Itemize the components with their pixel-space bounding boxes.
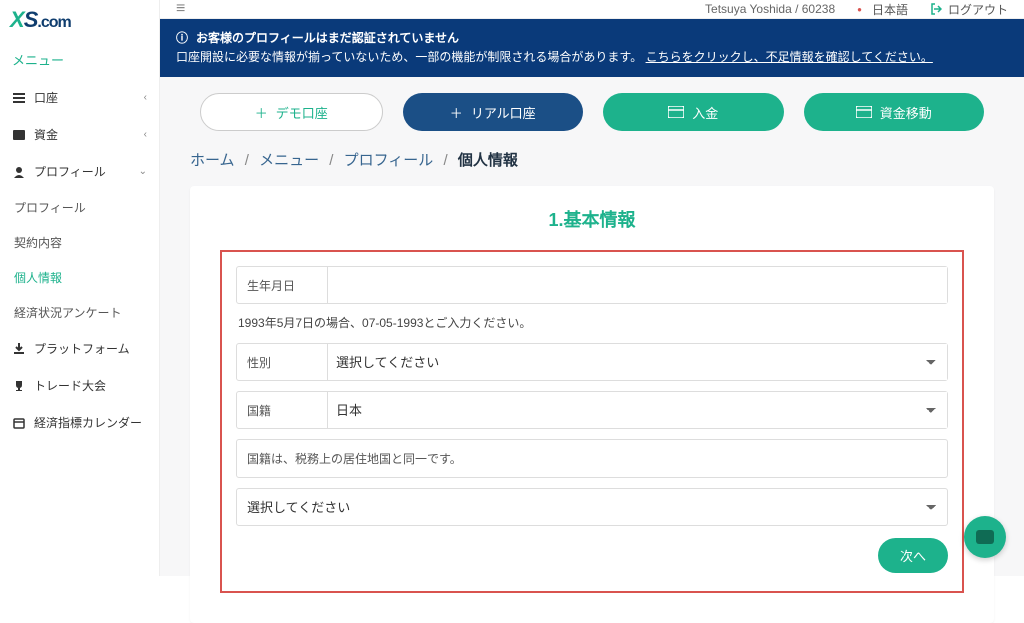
gender-select[interactable]: 選択してください bbox=[327, 344, 947, 380]
dob-hint: 1993年5月7日の場合、07-05-1993とご入力ください。 bbox=[238, 314, 946, 331]
sidebar-item-label: 経済指標カレンダー bbox=[34, 414, 142, 431]
chat-button[interactable] bbox=[964, 516, 1006, 558]
banner-body: 口座開設に必要な情報が揃っていないため、一部の機能が制限される場合があります。 bbox=[176, 50, 642, 64]
sidebar-sub-personal-info[interactable]: 個人情報 bbox=[0, 260, 159, 295]
calendar-icon bbox=[12, 416, 26, 430]
logo[interactable]: XS.com bbox=[0, 0, 159, 40]
gender-field: 性別 選択してください bbox=[236, 343, 948, 381]
sidebar: XS.com メニュー 口座 ‹ 資金 ‹ プロフィール ⌄ プロフィール 契約… bbox=[0, 0, 160, 576]
sidebar-item-calendar[interactable]: 経済指標カレンダー bbox=[0, 404, 159, 441]
sidebar-sub-economic-survey[interactable]: 経済状況アンケート bbox=[0, 295, 159, 330]
breadcrumb-menu[interactable]: メニュー bbox=[259, 152, 319, 169]
verification-banner: ⓘ お客様のプロフィールはまだ認証されていません 口座開設に必要な情報が揃っていな… bbox=[160, 19, 1024, 77]
section-title: 1.基本情報 bbox=[220, 206, 964, 232]
language-label: 日本語 bbox=[872, 1, 908, 18]
chat-icon bbox=[976, 530, 994, 544]
sidebar-item-profile[interactable]: プロフィール ⌄ bbox=[0, 153, 159, 190]
breadcrumb-sep: / bbox=[329, 152, 333, 169]
wallet-icon bbox=[12, 128, 26, 142]
next-button[interactable]: 次へ bbox=[878, 538, 948, 573]
trophy-icon bbox=[12, 379, 26, 393]
plus-icon: ＋ bbox=[450, 103, 463, 122]
breadcrumb-sep: / bbox=[443, 152, 447, 169]
chevron-down-icon: ⌄ bbox=[139, 166, 147, 177]
dot-icon: ● bbox=[857, 5, 862, 14]
menu-title: メニュー bbox=[0, 40, 159, 79]
form-card: 1.基本情報 生年月日 1993年5月7日の場合、07-05-1993とご入力く… bbox=[190, 186, 994, 623]
button-label: デモ口座 bbox=[276, 103, 328, 122]
tax-note: 国籍は、税務上の居住地国と同一です。 bbox=[236, 439, 948, 478]
sidebar-item-label: 資金 bbox=[34, 126, 58, 143]
highlight-box: 生年月日 1993年5月7日の場合、07-05-1993とご入力ください。 性別… bbox=[220, 250, 964, 593]
breadcrumb-profile[interactable]: プロフィール bbox=[344, 152, 434, 169]
transfer-button[interactable]: 資金移動 bbox=[804, 93, 985, 131]
sidebar-item-label: 口座 bbox=[34, 89, 58, 106]
main: ≡ Tetsuya Yoshida / 60238 ● 日本語 ログアウト ⓘ お客… bbox=[160, 0, 1024, 576]
user-icon bbox=[12, 165, 26, 179]
logout-label: ログアウト bbox=[948, 1, 1008, 18]
logout-link[interactable]: ログアウト bbox=[930, 1, 1008, 18]
topbar: ≡ Tetsuya Yoshida / 60238 ● 日本語 ログアウト bbox=[160, 0, 1024, 19]
breadcrumb-current: 個人情報 bbox=[458, 152, 518, 169]
demo-account-button[interactable]: ＋ デモ口座 bbox=[200, 93, 383, 131]
card-icon bbox=[668, 106, 684, 118]
sidebar-item-platform[interactable]: プラットフォーム bbox=[0, 330, 159, 367]
info-icon: ⓘ bbox=[176, 29, 188, 48]
nationality-label: 国籍 bbox=[237, 392, 327, 428]
chevron-left-icon: ‹ bbox=[144, 92, 147, 103]
sidebar-item-label: プラットフォーム bbox=[34, 340, 130, 357]
logo-s: S bbox=[24, 7, 38, 32]
logo-x: X bbox=[10, 7, 24, 32]
tax-residence-select[interactable]: 選択してください bbox=[236, 488, 948, 526]
banner-title: お客様のプロフィールはまだ認証されていません bbox=[196, 29, 459, 48]
card-icon bbox=[856, 106, 872, 118]
sidebar-item-contest[interactable]: トレード大会 bbox=[0, 367, 159, 404]
button-label: リアル口座 bbox=[471, 103, 536, 122]
download-icon bbox=[12, 342, 26, 356]
nationality-select[interactable]: 日本 bbox=[327, 392, 947, 428]
dob-label: 生年月日 bbox=[237, 267, 327, 303]
sidebar-item-label: プロフィール bbox=[34, 163, 106, 180]
hamburger-icon[interactable]: ≡ bbox=[176, 0, 185, 18]
logo-com: .com bbox=[37, 14, 70, 31]
breadcrumb: ホーム / メニュー / プロフィール / 個人情報 bbox=[160, 131, 1024, 180]
banner-link[interactable]: こちらをクリックし、不足情報を確認してください。 bbox=[646, 50, 933, 64]
sidebar-sub-profile[interactable]: プロフィール bbox=[0, 190, 159, 225]
action-row: ＋ デモ口座 ＋ リアル口座 入金 資金移動 bbox=[160, 77, 1024, 131]
nationality-field: 国籍 日本 bbox=[236, 391, 948, 429]
language-switch[interactable]: ● 日本語 bbox=[857, 1, 908, 18]
dob-input[interactable] bbox=[327, 267, 947, 303]
breadcrumb-home[interactable]: ホーム bbox=[190, 152, 235, 169]
gender-label: 性別 bbox=[237, 344, 327, 380]
list-icon bbox=[12, 91, 26, 105]
logout-icon bbox=[930, 3, 942, 15]
sidebar-item-accounts[interactable]: 口座 ‹ bbox=[0, 79, 159, 116]
chevron-left-icon: ‹ bbox=[144, 129, 147, 140]
button-label: 入金 bbox=[692, 103, 718, 122]
real-account-button[interactable]: ＋ リアル口座 bbox=[403, 93, 584, 131]
sidebar-sub-contract[interactable]: 契約内容 bbox=[0, 225, 159, 260]
sidebar-item-funds[interactable]: 資金 ‹ bbox=[0, 116, 159, 153]
user-label[interactable]: Tetsuya Yoshida / 60238 bbox=[705, 2, 835, 16]
sidebar-item-label: トレード大会 bbox=[34, 377, 106, 394]
deposit-button[interactable]: 入金 bbox=[603, 93, 784, 131]
plus-icon: ＋ bbox=[255, 103, 268, 122]
dob-field: 生年月日 bbox=[236, 266, 948, 304]
button-label: 資金移動 bbox=[880, 103, 932, 122]
breadcrumb-sep: / bbox=[245, 152, 249, 169]
